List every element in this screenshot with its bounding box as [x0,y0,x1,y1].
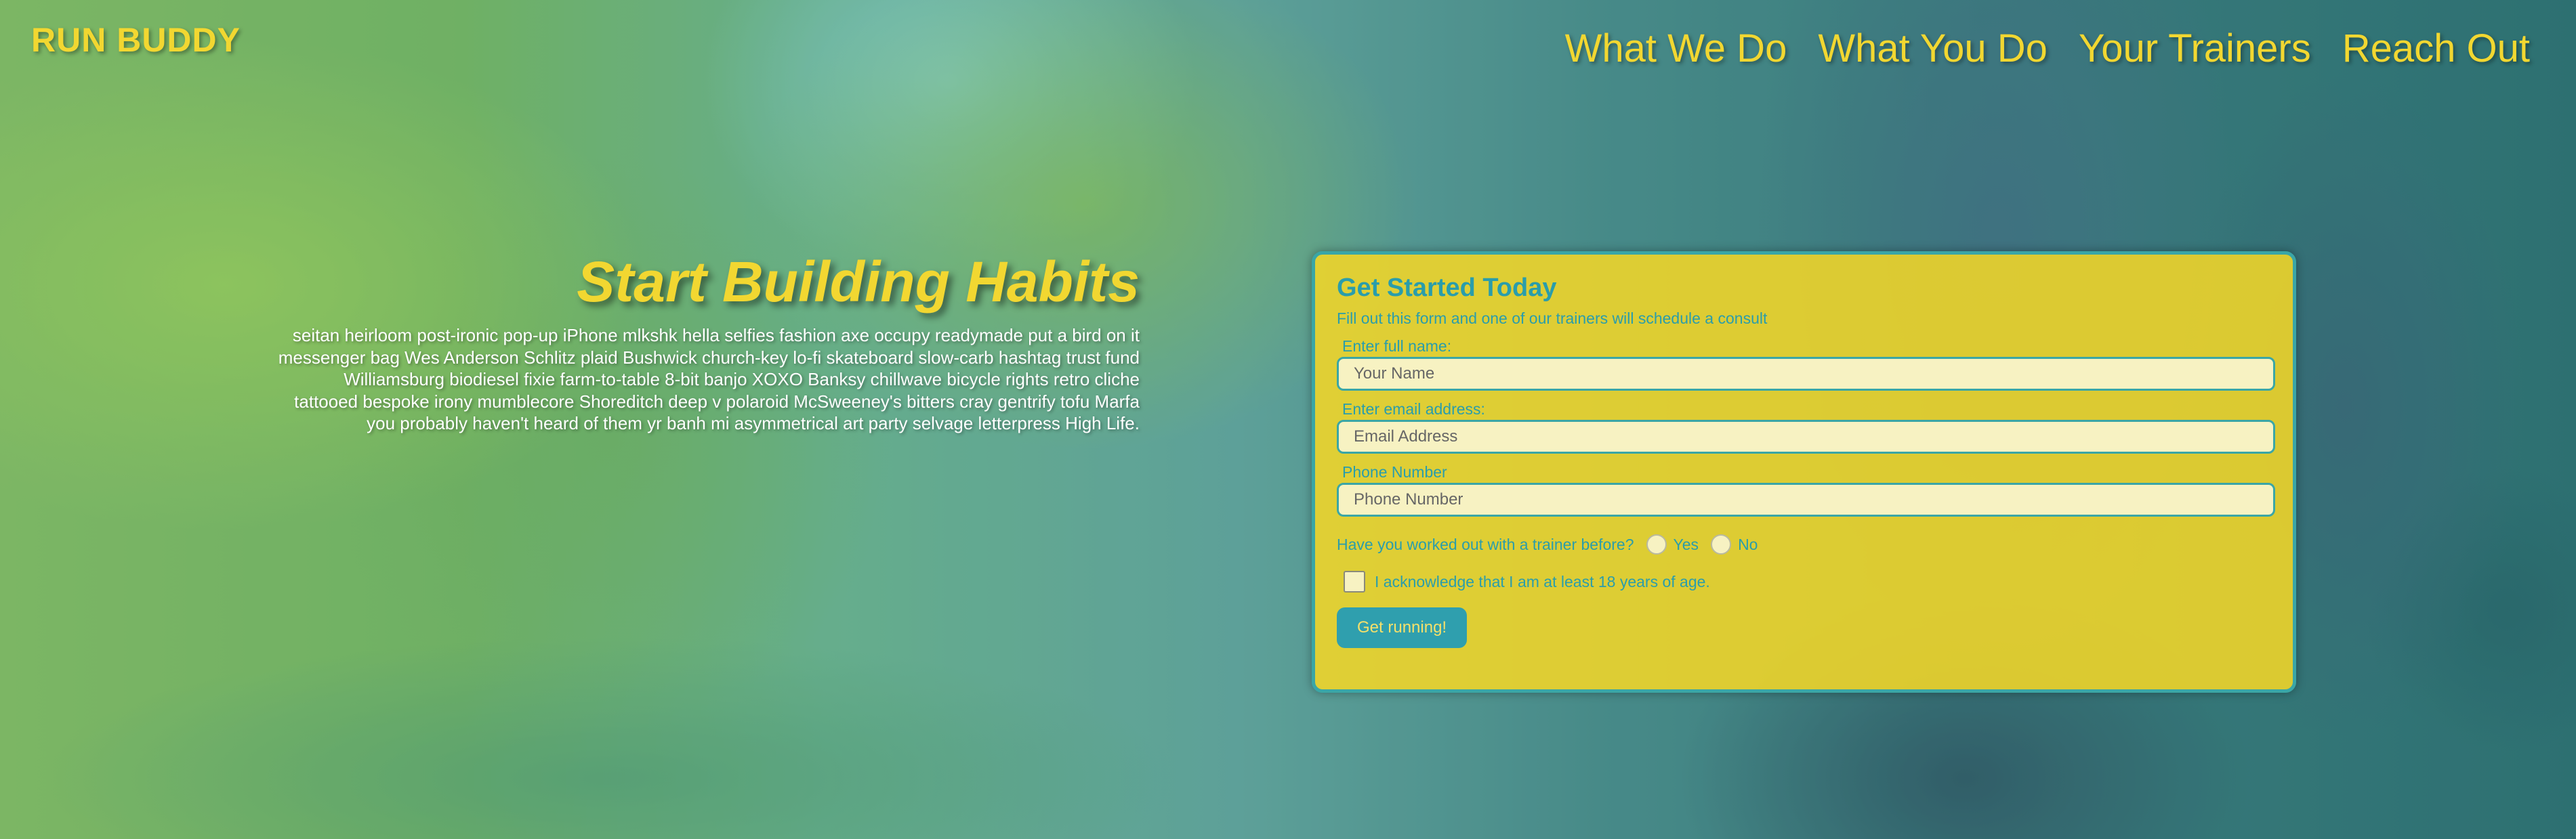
page: RUN BUDDY What We Do What You Do Your Tr… [0,0,2576,839]
phone-label: Phone Number [1342,463,1447,481]
nav-link-your-trainers[interactable]: Your Trainers [2079,26,2311,71]
hero-title: Start Building Habits [577,250,1140,314]
email-input[interactable] [1337,420,2275,454]
name-input[interactable] [1337,357,2275,391]
radio-no-label: No [1738,535,1758,553]
name-field-group: Enter full name: [1337,337,2275,391]
email-label: Enter email address: [1342,400,1485,418]
phone-field-group: Phone Number [1337,463,2275,517]
radio-no[interactable] [1711,534,1732,555]
nav-link-what-we-do[interactable]: What We Do [1565,26,1787,71]
hero-section: Start Building Habits seitan heirloom po… [278,249,1140,435]
form-subtitle: Fill out this form and one of our traine… [1337,309,1768,327]
trainer-question-label: Have you worked out with a trainer befor… [1337,535,1634,553]
age-acknowledge-label: I acknowledge that I am at least 18 year… [1375,572,1710,590]
name-label: Enter full name: [1342,337,1452,355]
radio-yes-label: Yes [1673,535,1699,553]
submit-button[interactable]: Get running! [1337,607,1468,648]
trainer-question-row: Have you worked out with a trainer befor… [1337,534,2271,555]
age-acknowledge-row: I acknowledge that I am at least 18 year… [1337,571,2271,593]
nav-link-reach-out[interactable]: Reach Out [2342,26,2530,71]
signup-form: Get Started Today Fill out this form and… [1312,251,2296,693]
form-title: Get Started Today [1337,274,1557,302]
main-nav: What We Do What You Do Your Trainers Rea… [1565,26,2530,71]
hero-body: seitan heirloom post-ironic pop-up iPhon… [278,325,1140,433]
nav-link-what-you-do[interactable]: What You Do [1818,26,2048,71]
phone-input[interactable] [1337,483,2275,517]
email-field-group: Enter email address: [1337,400,2275,454]
radio-yes[interactable] [1646,534,1667,555]
age-acknowledge-checkbox[interactable] [1344,571,1365,593]
brand-logo[interactable]: RUN BUDDY [31,20,241,60]
